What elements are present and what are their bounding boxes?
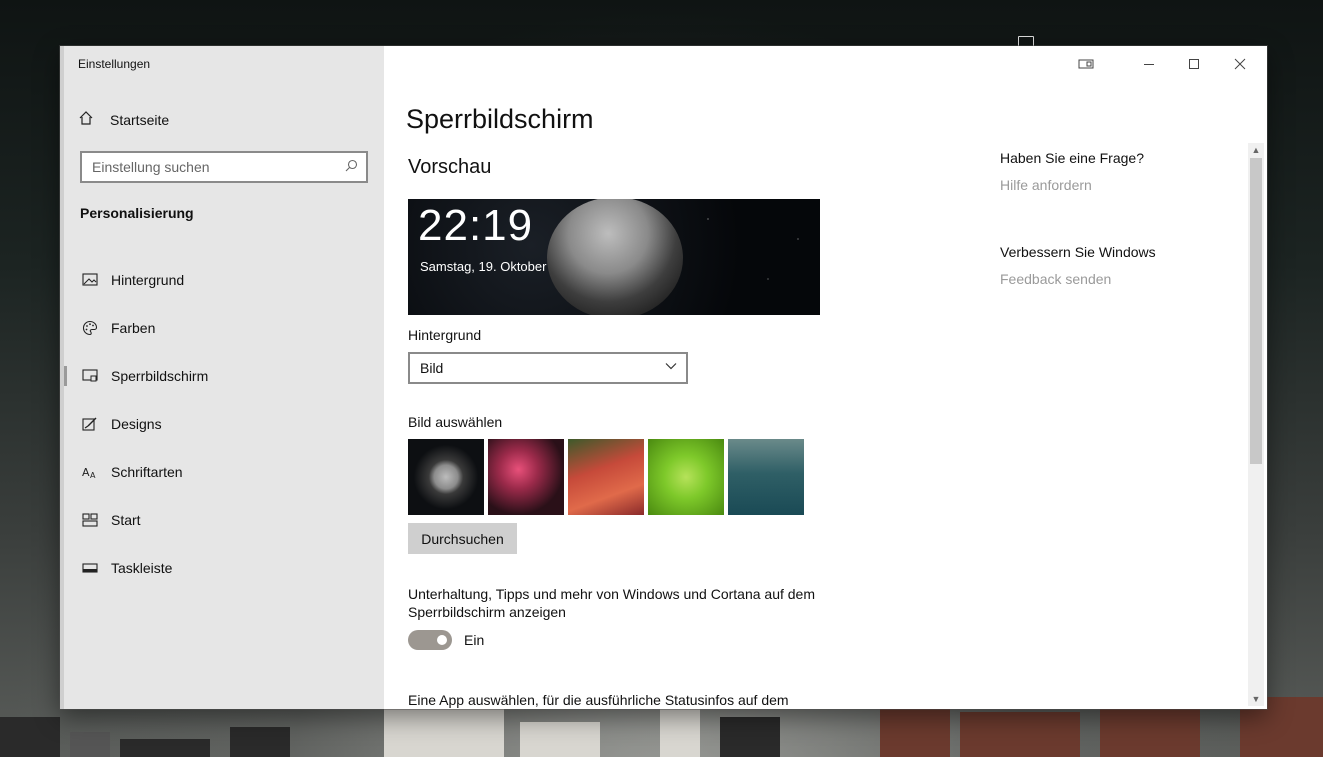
app-title: Einstellungen bbox=[78, 57, 151, 71]
maximize-button[interactable] bbox=[1184, 54, 1204, 74]
page-title: Sperrbildschirm bbox=[406, 104, 594, 134]
sidebar-item-label: Sperrbildschirm bbox=[111, 368, 209, 384]
sidebar-item-schriftarten[interactable]: AA Schriftarten bbox=[64, 448, 384, 496]
sidebar-item-label: Hintergrund bbox=[111, 272, 185, 288]
taskbar-icon bbox=[80, 558, 100, 578]
tips-toggle-state: Ein bbox=[464, 632, 485, 648]
sidebar-item-start[interactable]: Start bbox=[64, 496, 384, 544]
main-content: Sperrbildschirm Vorschau 22:19 Samstag, … bbox=[384, 46, 1267, 709]
start-grid-icon bbox=[80, 510, 100, 530]
svg-text:A: A bbox=[90, 471, 96, 479]
settings-window: Einstellungen Startseite Personalisierun… bbox=[60, 46, 1267, 709]
sidebar-item-label: Designs bbox=[111, 416, 162, 432]
tablet-mode-icon[interactable] bbox=[1076, 54, 1096, 74]
help-request-link[interactable]: Hilfe anfordern bbox=[1000, 177, 1092, 193]
sidebar-item-sperrbildschirm[interactable]: Sperrbildschirm bbox=[64, 352, 384, 400]
preview-moon-image bbox=[547, 199, 683, 315]
lock-screen-icon bbox=[80, 366, 100, 386]
sidebar-item-label: Start bbox=[111, 512, 141, 528]
sidebar-item-designs[interactable]: Designs bbox=[64, 400, 384, 448]
vertical-scrollbar[interactable]: ▲ ▼ bbox=[1248, 143, 1264, 706]
preview-time: 22:19 bbox=[418, 201, 534, 250]
sidebar: Einstellungen Startseite Personalisierun… bbox=[60, 46, 384, 709]
background-select[interactable]: Bild bbox=[408, 352, 688, 384]
background-select-value: Bild bbox=[420, 360, 444, 376]
sidebar-item-label: Taskleiste bbox=[111, 560, 173, 576]
picture-icon bbox=[80, 270, 100, 290]
search-box[interactable] bbox=[80, 151, 368, 183]
help-question-heading: Haben Sie eine Frage? bbox=[1000, 150, 1144, 166]
choose-image-label: Bild auswählen bbox=[408, 414, 503, 430]
chevron-down-icon bbox=[664, 359, 678, 376]
minimize-button[interactable] bbox=[1139, 54, 1159, 74]
scroll-up-icon[interactable]: ▲ bbox=[1250, 144, 1262, 156]
nav-list: Hintergrund Farben Sperrbildschirm Desig… bbox=[64, 256, 384, 592]
improve-windows-heading: Verbessern Sie Windows bbox=[1000, 244, 1156, 260]
palette-icon bbox=[80, 318, 100, 338]
search-input[interactable] bbox=[92, 159, 332, 175]
preview-heading: Vorschau bbox=[408, 156, 492, 178]
tips-toggle[interactable] bbox=[408, 630, 452, 650]
image-thumbnails bbox=[408, 439, 804, 515]
sidebar-item-label: Schriftarten bbox=[111, 464, 183, 480]
lock-screen-preview: 22:19 Samstag, 19. Oktober bbox=[408, 199, 820, 315]
sidebar-item-taskleiste[interactable]: Taskleiste bbox=[64, 544, 384, 592]
section-title: Personalisierung bbox=[80, 205, 194, 221]
thumbnail-sailboats[interactable] bbox=[728, 439, 804, 515]
toggle-knob bbox=[437, 635, 447, 645]
preview-date: Samstag, 19. Oktober bbox=[420, 259, 547, 274]
thumbnail-red-plants[interactable] bbox=[568, 439, 644, 515]
thumbnail-moon[interactable] bbox=[408, 439, 484, 515]
brush-icon bbox=[80, 414, 100, 434]
thumbnail-maple-leaves[interactable] bbox=[488, 439, 564, 515]
close-button[interactable] bbox=[1230, 54, 1250, 74]
tips-description: Unterhaltung, Tipps und mehr von Windows… bbox=[408, 586, 816, 620]
scroll-down-icon[interactable]: ▼ bbox=[1250, 693, 1262, 705]
svg-text:A: A bbox=[82, 466, 90, 479]
scrollbar-thumb[interactable] bbox=[1250, 158, 1262, 464]
search-icon[interactable] bbox=[345, 159, 358, 175]
sidebar-item-hintergrund[interactable]: Hintergrund bbox=[64, 256, 384, 304]
background-label: Hintergrund bbox=[408, 327, 482, 343]
app-status-description: Eine App auswählen, für die ausführliche… bbox=[408, 692, 789, 708]
feedback-link[interactable]: Feedback senden bbox=[1000, 271, 1111, 287]
browse-button[interactable]: Durchsuchen bbox=[408, 523, 517, 554]
nav-home-label: Startseite bbox=[110, 112, 170, 128]
home-icon bbox=[78, 110, 98, 131]
sidebar-item-farben[interactable]: Farben bbox=[64, 304, 384, 352]
sidebar-item-label: Farben bbox=[111, 320, 156, 336]
font-icon: AA bbox=[80, 462, 100, 482]
nav-home[interactable]: Startseite bbox=[78, 108, 358, 132]
thumbnail-green-leaf[interactable] bbox=[648, 439, 724, 515]
